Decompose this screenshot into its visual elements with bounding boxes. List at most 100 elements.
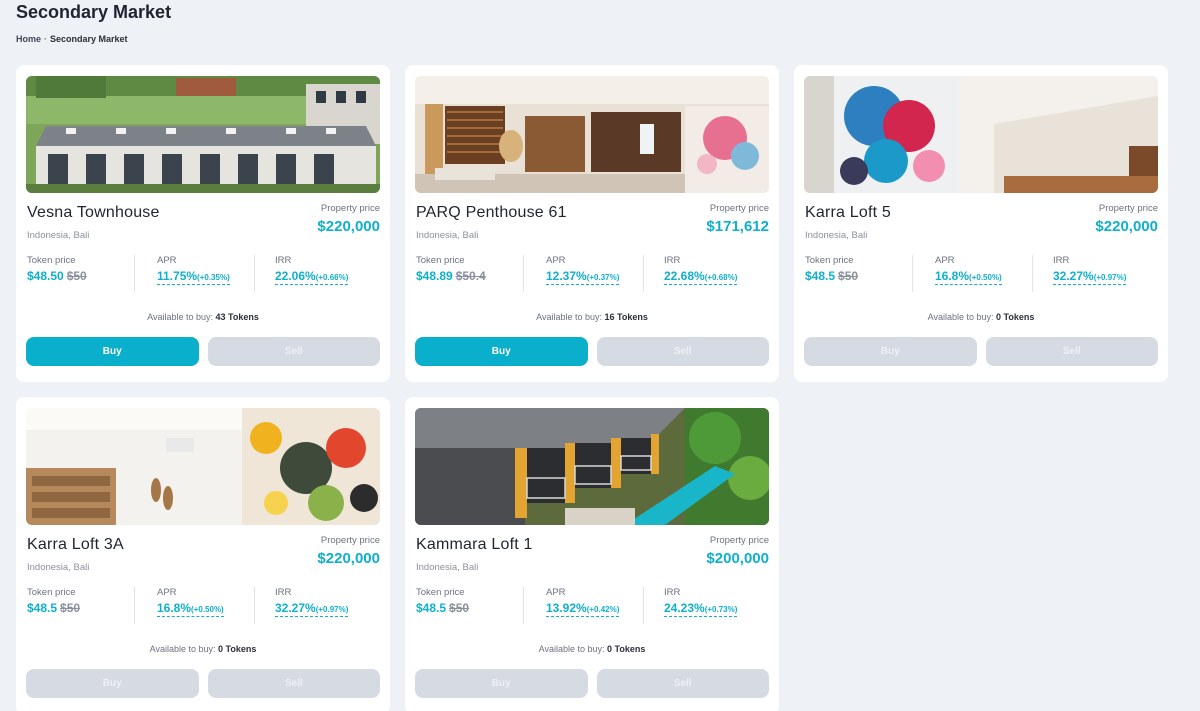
apr-value-tooltip-trigger[interactable]: 16.8%(+0.50%)	[935, 269, 1002, 285]
available-to-buy: Available to buy: 43 Tokens	[26, 312, 380, 322]
property-name[interactable]: PARQ Penthouse 61	[416, 204, 567, 222]
property-card[interactable]: Kammara Loft 1 Indonesia, Bali Property …	[405, 397, 779, 711]
property-card[interactable]: Karra Loft 3A Indonesia, Bali Property p…	[16, 397, 390, 711]
irr-value-tooltip-trigger[interactable]: 22.68%(+0.68%)	[664, 269, 738, 285]
irr-value: 22.68%	[664, 269, 705, 283]
token-price-value: $48.5	[416, 601, 447, 615]
property-location: Indonesia, Bali	[416, 230, 479, 241]
irr-stat: IRR 24.23%(+0.73%)	[643, 587, 763, 624]
sell-button[interactable]: Sell	[596, 669, 769, 698]
available-to-buy: Available to buy: 0 Tokens	[415, 644, 769, 654]
token-price-stat: Token price $48.5 $50	[804, 255, 912, 292]
token-price-label: Token price	[416, 587, 465, 598]
property-price-label: Property price	[709, 203, 769, 214]
property-photo[interactable]	[415, 76, 769, 193]
apr-delta: (+0.50%)	[191, 605, 224, 614]
available-count: 16 Tokens	[604, 312, 648, 322]
apr-stat: APR 13.92%(+0.42%)	[523, 587, 643, 624]
irr-stat: IRR 32.27%(+0.97%)	[1032, 255, 1152, 292]
token-price-value: $48.5	[27, 601, 58, 615]
property-price-label: Property price	[1098, 203, 1158, 214]
sell-button[interactable]: Sell	[207, 669, 380, 698]
property-photo[interactable]	[804, 76, 1158, 193]
irr-stat: IRR 32.27%(+0.97%)	[254, 587, 374, 624]
token-price-value: $48.89	[416, 269, 453, 283]
irr-value: 32.27%	[1053, 269, 1094, 283]
buy-button[interactable]: Buy	[415, 337, 588, 366]
page-title: Secondary Market	[16, 2, 172, 22]
irr-delta: (+0.97%)	[315, 605, 349, 614]
irr-label: IRR	[664, 587, 681, 598]
property-photo[interactable]	[26, 408, 380, 525]
irr-stat: IRR 22.06%(+0.66%)	[254, 255, 374, 292]
buy-button[interactable]: Buy	[804, 337, 977, 366]
apr-value: 13.92%	[546, 601, 587, 615]
apr-stat: APR 16.8%(+0.50%)	[134, 587, 254, 624]
property-photo[interactable]	[415, 408, 769, 525]
property-price-label: Property price	[320, 535, 380, 546]
listing-grid: Vesna Townhouse Indonesia, Bali Property…	[16, 65, 1168, 711]
apr-delta: (+0.50%)	[969, 273, 1002, 282]
available-label: Available to buy:	[147, 312, 213, 322]
property-location: Indonesia, Bali	[416, 562, 479, 573]
apr-value: 11.75%	[157, 269, 198, 283]
irr-stat: IRR 22.68%(+0.68%)	[643, 255, 763, 292]
token-price-value: $48.50	[27, 269, 64, 283]
apr-stat: APR 11.75%(+0.35%)	[134, 255, 254, 292]
property-card[interactable]: Vesna Townhouse Indonesia, Bali Property…	[16, 65, 390, 382]
token-old-price: $50	[66, 269, 87, 283]
apr-value-tooltip-trigger[interactable]: 13.92%(+0.42%)	[546, 601, 620, 617]
irr-label: IRR	[275, 255, 292, 266]
apr-delta: (+0.37%)	[586, 273, 620, 282]
irr-value-tooltip-trigger[interactable]: 32.27%(+0.97%)	[275, 601, 349, 617]
property-card[interactable]: Karra Loft 5 Indonesia, Bali Property pr…	[794, 65, 1168, 382]
irr-value: 24.23%	[664, 601, 705, 615]
breadcrumb-separator: ·	[44, 34, 48, 44]
token-old-price: $50	[60, 601, 81, 615]
property-photo[interactable]	[26, 76, 380, 193]
irr-value-tooltip-trigger[interactable]: 22.06%(+0.66%)	[275, 269, 349, 285]
available-label: Available to buy:	[149, 644, 216, 654]
irr-label: IRR	[664, 255, 681, 266]
property-name[interactable]: Karra Loft 5	[805, 204, 891, 222]
property-name[interactable]: Kammara Loft 1	[416, 536, 533, 554]
irr-value-tooltip-trigger[interactable]: 24.23%(+0.73%)	[664, 601, 738, 617]
apr-value-tooltip-trigger[interactable]: 16.8%(+0.50%)	[157, 601, 224, 617]
available-count: 0 Tokens	[607, 644, 646, 654]
token-price-label: Token price	[805, 255, 854, 266]
apr-value-tooltip-trigger[interactable]: 11.75%(+0.35%)	[157, 269, 230, 285]
property-price-label: Property price	[320, 203, 380, 214]
property-name[interactable]: Vesna Townhouse	[27, 204, 160, 222]
buy-button[interactable]: Buy	[26, 669, 199, 698]
apr-label: APR	[546, 255, 566, 266]
available-to-buy: Available to buy: 0 Tokens	[26, 644, 380, 654]
sell-button[interactable]: Sell	[596, 337, 769, 366]
buy-button[interactable]: Buy	[415, 669, 588, 698]
apr-label: APR	[157, 587, 177, 598]
buy-button[interactable]: Buy	[26, 337, 199, 366]
token-price-stat: Token price $48.89 $50.4	[415, 255, 523, 292]
property-card[interactable]: PARQ Penthouse 61 Indonesia, Bali Proper…	[405, 65, 779, 382]
apr-value-tooltip-trigger[interactable]: 12.37%(+0.37%)	[546, 269, 620, 285]
irr-value-tooltip-trigger[interactable]: 32.27%(+0.97%)	[1053, 269, 1127, 285]
sell-button[interactable]: Sell	[985, 337, 1158, 366]
property-name[interactable]: Karra Loft 3A	[27, 536, 124, 554]
token-price-label: Token price	[416, 255, 465, 266]
property-price: $220,000	[317, 218, 380, 235]
property-price: $171,612	[706, 218, 769, 235]
irr-delta: (+0.68%)	[704, 273, 738, 282]
available-count: 43 Tokens	[215, 312, 259, 322]
token-price-value: $48.5	[805, 269, 836, 283]
sell-button[interactable]: Sell	[207, 337, 380, 366]
token-old-price: $50	[838, 269, 859, 283]
token-price-stat: Token price $48.5 $50	[415, 587, 523, 624]
breadcrumb-home-link[interactable]: Home	[16, 34, 41, 44]
irr-delta: (+0.97%)	[1093, 273, 1127, 282]
property-price: $200,000	[706, 550, 769, 567]
irr-delta: (+0.73%)	[704, 605, 738, 614]
apr-value: 12.37%	[546, 269, 587, 283]
apr-value: 16.8%	[157, 601, 192, 615]
breadcrumb-current: Secondary Market	[50, 34, 128, 44]
apr-label: APR	[935, 255, 955, 266]
apr-stat: APR 12.37%(+0.37%)	[523, 255, 643, 292]
